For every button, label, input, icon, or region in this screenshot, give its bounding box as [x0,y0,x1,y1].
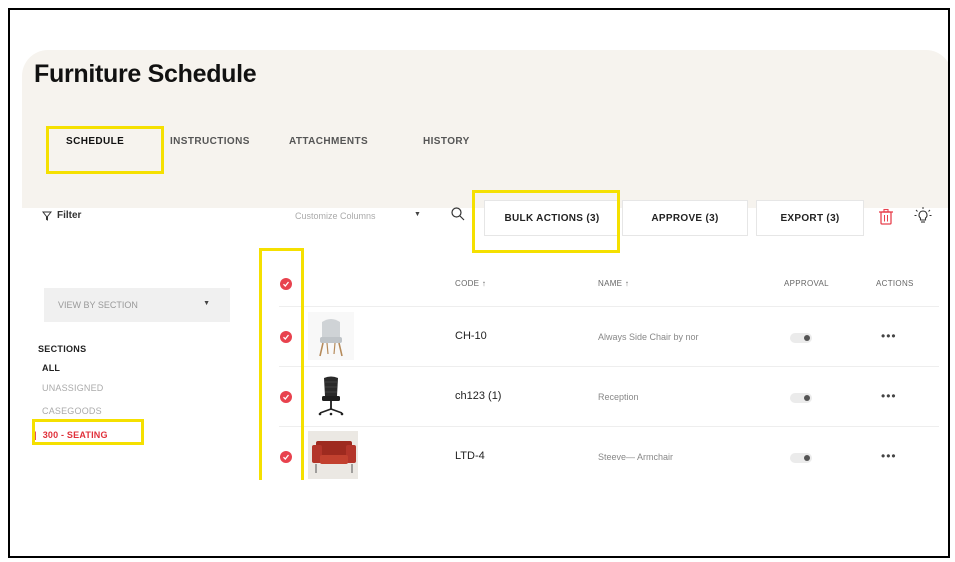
section-unassigned[interactable]: UNASSIGNED [42,383,104,393]
row-name: Steeve— Armchair [598,452,674,462]
row-code: ch123 (1) [455,390,502,402]
check-icon [283,394,290,400]
row-checkbox[interactable] [280,331,292,343]
page-title: Furniture Schedule [34,60,257,88]
approval-toggle[interactable] [790,453,812,463]
filter-icon [42,211,52,221]
row-divider [279,366,939,367]
column-actions: ACTIONS [876,279,914,288]
view-by-section-select[interactable]: VIEW BY SECTION ▼ [44,288,230,322]
app-frame: Furniture Schedule SCHEDULE INSTRUCTIONS… [8,8,950,558]
section-all[interactable]: ALL [42,363,60,373]
row-code: LTD-4 [455,450,485,462]
row-name: Always Side Chair by nor [598,332,699,342]
select-all-checkbox[interactable] [280,278,292,290]
check-icon [283,454,290,460]
office-chair-thumbnail[interactable] [308,372,354,420]
bulk-actions-button[interactable]: BULK ACTIONS (3) [484,200,620,236]
customize-columns-select[interactable]: Customize Columns [295,211,376,221]
schedule-card: Furniture Schedule SCHEDULE INSTRUCTIONS… [22,50,948,480]
caret-down-icon[interactable]: ▼ [414,211,421,218]
section-casegoods[interactable]: CASEGOODS [42,406,102,416]
column-name[interactable]: NAME ↑ [598,279,629,288]
approve-button[interactable]: APPROVE (3) [622,200,748,236]
sections-heading: SECTIONS [38,344,87,354]
view-by-section-label: VIEW BY SECTION [58,300,138,310]
more-icon[interactable]: ••• [881,449,897,463]
row-checkbox[interactable] [280,451,292,463]
more-icon[interactable]: ••• [881,389,897,403]
tab-attachments[interactable]: ATTACHMENTS [289,136,368,147]
export-button[interactable]: EXPORT (3) [756,200,864,236]
row-code: CH-10 [455,330,487,342]
approval-toggle[interactable] [790,393,812,403]
tab-instructions[interactable]: INSTRUCTIONS [170,136,250,147]
row-name: Reception [598,392,639,402]
row-checkbox[interactable] [280,391,292,403]
check-icon [283,281,290,287]
section-300-seating[interactable]: 300 - SEATING [34,430,108,440]
approval-toggle[interactable] [790,333,812,343]
row-divider [279,306,939,307]
side-chair-thumbnail[interactable] [308,312,354,360]
tab-schedule[interactable]: SCHEDULE [66,136,124,147]
column-approval: APPROVAL [784,279,829,288]
trash-icon[interactable] [878,208,894,226]
armchair-thumbnail[interactable] [308,431,358,479]
column-code[interactable]: CODE ↑ [455,279,486,288]
filter-button[interactable]: Filter [42,210,81,221]
search-icon[interactable] [450,206,466,222]
filter-label: Filter [57,210,82,221]
caret-down-icon: ▼ [203,300,210,307]
lightbulb-icon[interactable] [913,206,933,226]
tab-history[interactable]: HISTORY [423,136,470,147]
more-icon[interactable]: ••• [881,329,897,343]
check-icon [283,334,290,340]
row-divider [279,426,939,427]
